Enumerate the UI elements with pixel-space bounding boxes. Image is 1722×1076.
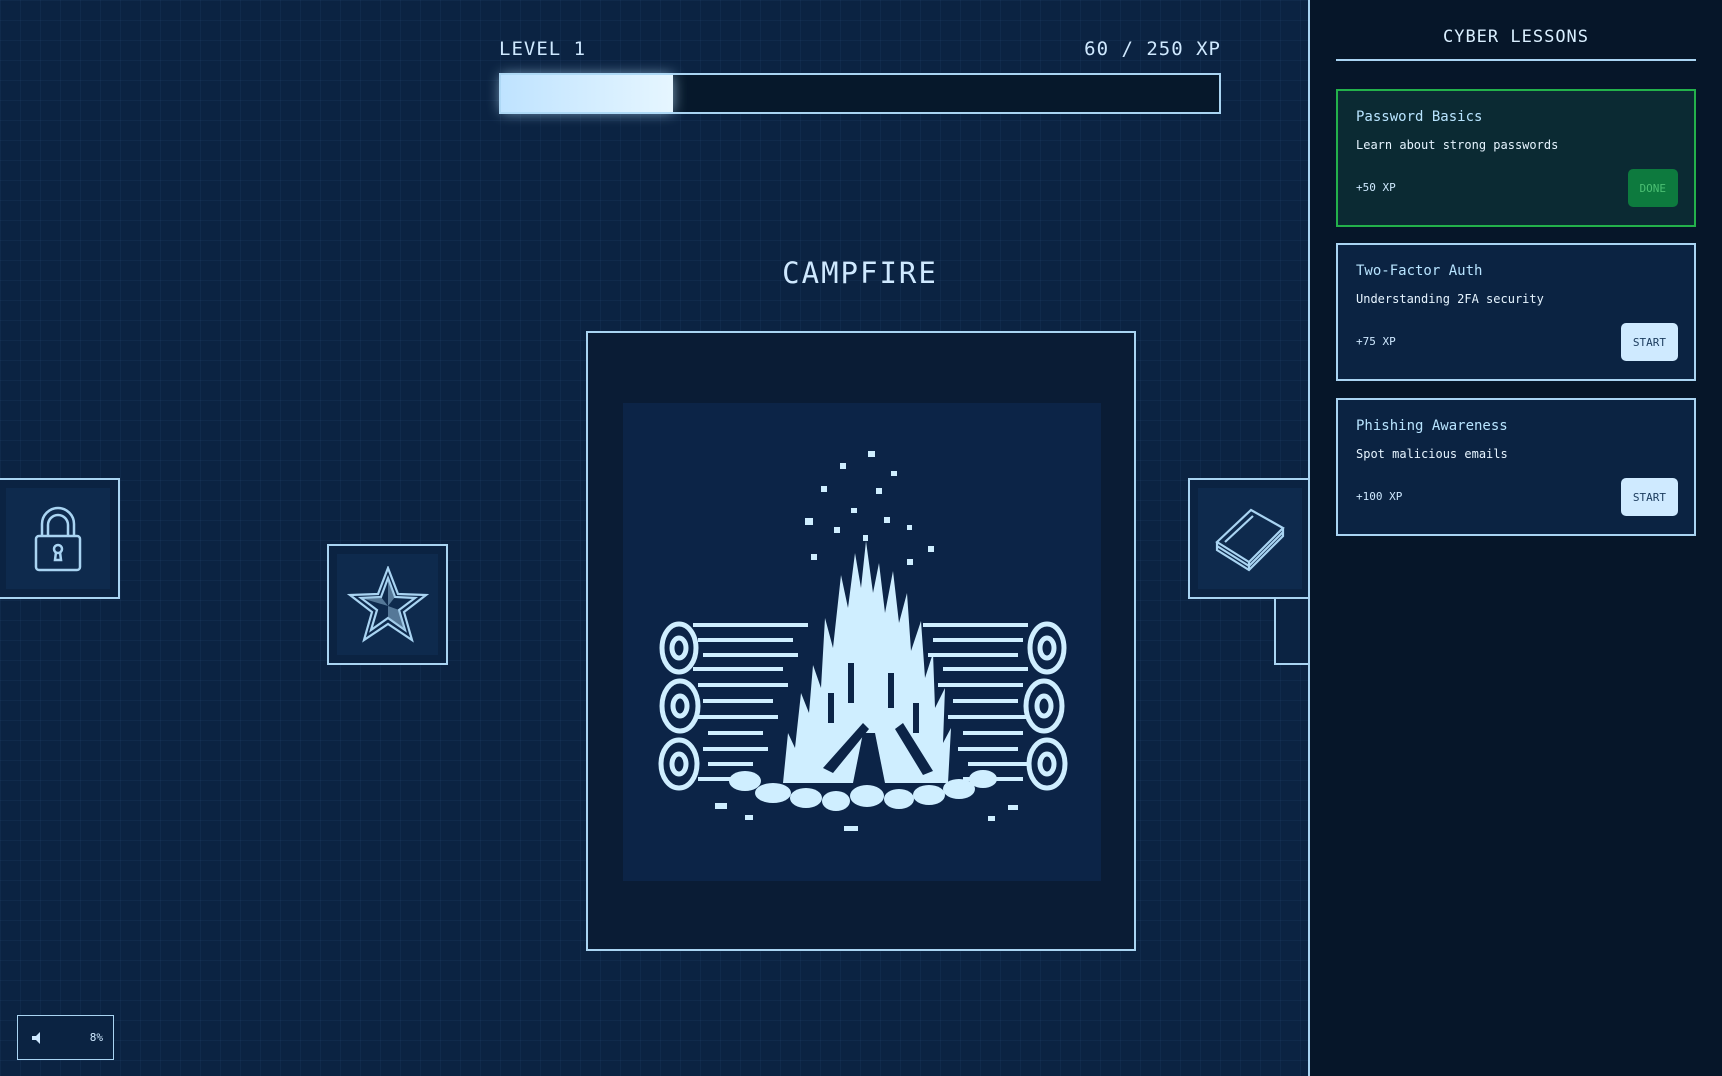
lesson-description: Spot malicious emails	[1356, 447, 1508, 461]
room-title: CAMPFIRE	[782, 256, 938, 290]
lesson-xp-reward: +100 XP	[1356, 490, 1403, 503]
lesson-title: Two-Factor Auth	[1356, 263, 1483, 279]
sidebar-title: CYBER LESSONS	[1336, 27, 1696, 61]
book-item-tile[interactable]	[1188, 478, 1312, 599]
book-item-slot	[1198, 488, 1302, 589]
lesson-xp-reward: +75 XP	[1356, 335, 1396, 348]
star-item-tile[interactable]	[327, 544, 448, 665]
room-frame	[586, 331, 1136, 951]
xp-progress-bar	[499, 73, 1221, 114]
game-stage: LEVEL 1 60 / 250 XP CAMPFIRE 8%	[0, 0, 1314, 1076]
xp-progress-fill	[501, 75, 674, 112]
sound-control[interactable]: 8%	[17, 1015, 114, 1060]
lesson-description: Learn about strong passwords	[1356, 138, 1559, 152]
padlock-item-slot	[6, 488, 110, 589]
lesson-description: Understanding 2FA security	[1356, 292, 1544, 306]
padlock-icon	[34, 506, 82, 571]
campfire-icon	[658, 451, 1068, 831]
xp-counter: 60 / 250 XP	[1084, 38, 1221, 60]
lesson-start-button[interactable]: START	[1620, 478, 1678, 516]
speaker-icon[interactable]	[32, 1031, 44, 1044]
lessons-sidebar: CYBER LESSONS Password Basics Learn abou…	[1308, 0, 1722, 1076]
lesson-start-button[interactable]: START	[1620, 323, 1678, 361]
lesson-card-password-basics[interactable]: Password Basics Learn about strong passw…	[1336, 89, 1696, 227]
campfire-scene	[623, 403, 1101, 881]
volume-value: 8%	[89, 1031, 103, 1044]
level-label: LEVEL 1	[499, 38, 587, 60]
star-icon	[346, 565, 429, 643]
padlock-item-tile[interactable]	[0, 478, 120, 599]
lesson-done-button[interactable]: DONE	[1627, 169, 1678, 207]
book-icon	[1215, 508, 1285, 571]
lesson-title: Phishing Awareness	[1356, 418, 1508, 434]
star-item-slot	[337, 554, 438, 655]
lesson-card-two-factor-auth[interactable]: Two-Factor Auth Understanding 2FA securi…	[1336, 243, 1696, 381]
lesson-xp-reward: +50 XP	[1356, 181, 1396, 194]
lesson-card-phishing-awareness[interactable]: Phishing Awareness Spot malicious emails…	[1336, 398, 1696, 536]
lesson-title: Password Basics	[1356, 109, 1483, 125]
